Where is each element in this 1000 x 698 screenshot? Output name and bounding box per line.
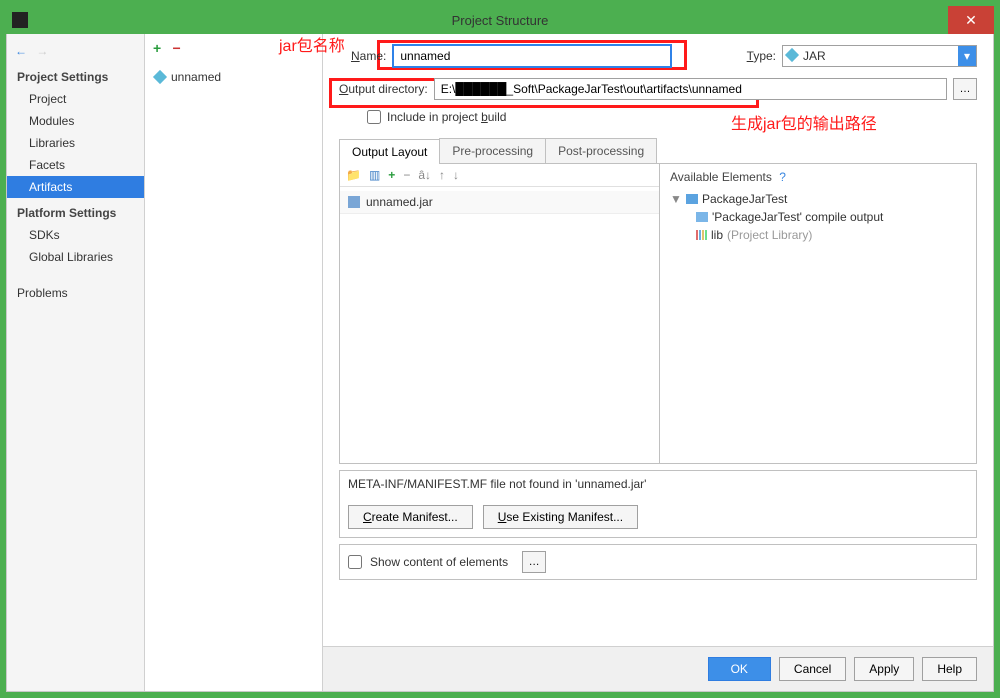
ok-button[interactable]: OK — [708, 657, 771, 681]
nav-item-modules[interactable]: Modules — [7, 110, 144, 132]
settings-nav: ← → Project Settings Project Modules Lib… — [7, 34, 145, 691]
new-folder-icon[interactable]: 📁 — [346, 168, 361, 182]
artifact-label: unnamed — [171, 70, 221, 84]
show-content-checkbox[interactable] — [348, 555, 362, 569]
new-directory-icon[interactable]: ▥ — [369, 168, 380, 182]
nav-section-project: Project Settings — [7, 62, 144, 88]
move-up-icon[interactable]: ↑ — [439, 168, 445, 182]
available-header: Available Elements ? — [670, 170, 966, 184]
include-label: Include in project build — [387, 110, 506, 124]
artifact-icon — [153, 70, 167, 84]
artifact-tabs: Output Layout Pre-processing Post-proces… — [339, 138, 977, 164]
include-checkbox[interactable] — [367, 110, 381, 124]
sort-icon[interactable]: â↓ — [418, 168, 431, 182]
output-layout-panel: 📁 ▥ + − â↓ ↑ ↓ unnamed.jar — [339, 164, 977, 464]
app-icon — [12, 12, 28, 28]
name-label: Name: — [351, 49, 386, 63]
nav-item-facets[interactable]: Facets — [7, 154, 144, 176]
chevron-down-icon: ▾ — [958, 46, 976, 66]
tab-post-processing[interactable]: Post-processing — [545, 138, 657, 163]
include-row: Include in project build — [339, 110, 977, 124]
move-down-icon[interactable]: ↓ — [453, 168, 459, 182]
show-content-config-button[interactable]: … — [522, 551, 546, 573]
jar-icon — [348, 196, 360, 208]
artifact-list: unnamed — [145, 62, 322, 92]
nav-item-global-libraries[interactable]: Global Libraries — [7, 246, 144, 268]
tree-root[interactable]: ▼ PackageJarTest — [670, 190, 966, 208]
create-manifest-button[interactable]: Create Manifest... — [348, 505, 473, 529]
help-icon[interactable]: ? — [779, 170, 786, 184]
help-button[interactable]: Help — [922, 657, 977, 681]
tree-compile-label: 'PackageJarTest' compile output — [712, 210, 883, 224]
type-value: JAR — [803, 49, 826, 63]
project-structure-window: Project Structure ✕ ← → Project Settings… — [6, 6, 994, 692]
layout-tree-panel: 📁 ▥ + − â↓ ↑ ↓ unnamed.jar — [340, 164, 660, 463]
nav-item-libraries[interactable]: Libraries — [7, 132, 144, 154]
artifact-toolbar: + − — [145, 34, 322, 62]
tab-output-layout[interactable]: Output Layout — [339, 139, 440, 164]
add-copy-icon[interactable]: + — [388, 168, 395, 182]
show-content-row: Show content of elements … — [339, 544, 977, 580]
output-label: Output directory: — [339, 82, 428, 96]
nav-history: ← → — [7, 40, 144, 62]
tree-root-label: PackageJarTest — [702, 192, 787, 206]
nav-item-sdks[interactable]: SDKs — [7, 224, 144, 246]
add-artifact-icon[interactable]: + — [153, 40, 161, 56]
cancel-button[interactable]: Cancel — [779, 657, 846, 681]
layout-jar-label: unnamed.jar — [366, 195, 433, 209]
artifact-item-unnamed[interactable]: unnamed — [145, 66, 322, 88]
nav-forward-icon[interactable]: → — [36, 44, 48, 58]
output-row: Output directory: … — [339, 78, 977, 100]
show-content-label: Show content of elements — [370, 555, 508, 569]
nav-section-platform: Platform Settings — [7, 198, 144, 224]
artifact-list-panel: + − unnamed — [145, 34, 323, 691]
project-folder-icon — [686, 194, 698, 204]
dialog-body: ← → Project Settings Project Modules Lib… — [6, 34, 994, 692]
available-elements-panel: Available Elements ? ▼ PackageJarTest 'P… — [660, 164, 976, 463]
jar-type-icon — [785, 48, 799, 62]
browse-button[interactable]: … — [953, 78, 977, 100]
use-existing-manifest-button[interactable]: Use Existing Manifest... — [483, 505, 638, 529]
nav-item-problems[interactable]: Problems — [7, 282, 144, 304]
tree-lib[interactable]: lib (Project Library) — [670, 226, 966, 244]
output-input[interactable] — [434, 78, 947, 100]
tree-lib-label: lib — [711, 228, 723, 242]
layout-toolbar: 📁 ▥ + − â↓ ↑ ↓ — [340, 164, 659, 187]
name-input[interactable] — [392, 44, 672, 68]
name-row: Name: Type: JAR ▾ — [339, 44, 977, 68]
nav-item-project[interactable]: Project — [7, 88, 144, 110]
artifact-details: jar包名称 生成jar包的输出路径 Name: Type: JAR ▾ Out… — [323, 34, 993, 691]
tree-compile-output[interactable]: 'PackageJarTest' compile output — [670, 208, 966, 226]
nav-item-artifacts[interactable]: Artifacts — [7, 176, 144, 198]
titlebar: Project Structure ✕ — [6, 6, 994, 34]
window-title: Project Structure — [452, 13, 549, 28]
type-label: Type: — [747, 49, 776, 63]
remove-artifact-icon[interactable]: − — [173, 40, 181, 56]
manifest-message: META-INF/MANIFEST.MF file not found in '… — [339, 470, 977, 497]
module-icon — [696, 212, 708, 222]
apply-button[interactable]: Apply — [854, 657, 914, 681]
nav-back-icon[interactable]: ← — [15, 44, 27, 58]
form-area: Name: Type: JAR ▾ Output directory: … — [323, 34, 993, 138]
tree-lib-note: (Project Library) — [727, 228, 812, 242]
layout-jar-row[interactable]: unnamed.jar — [340, 191, 659, 214]
layout-tree[interactable]: unnamed.jar — [340, 187, 659, 463]
dialog-footer: OK Cancel Apply Help — [323, 646, 993, 691]
close-button[interactable]: ✕ — [948, 6, 994, 34]
available-tree: ▼ PackageJarTest 'PackageJarTest' compil… — [670, 190, 966, 244]
type-combo[interactable]: JAR ▾ — [782, 45, 977, 67]
tab-pre-processing[interactable]: Pre-processing — [439, 138, 546, 163]
expand-toggle-icon[interactable]: ▼ — [670, 192, 682, 206]
remove-item-icon[interactable]: − — [403, 168, 410, 182]
library-icon — [696, 230, 707, 240]
manifest-buttons: Create Manifest... Use Existing Manifest… — [339, 497, 977, 538]
